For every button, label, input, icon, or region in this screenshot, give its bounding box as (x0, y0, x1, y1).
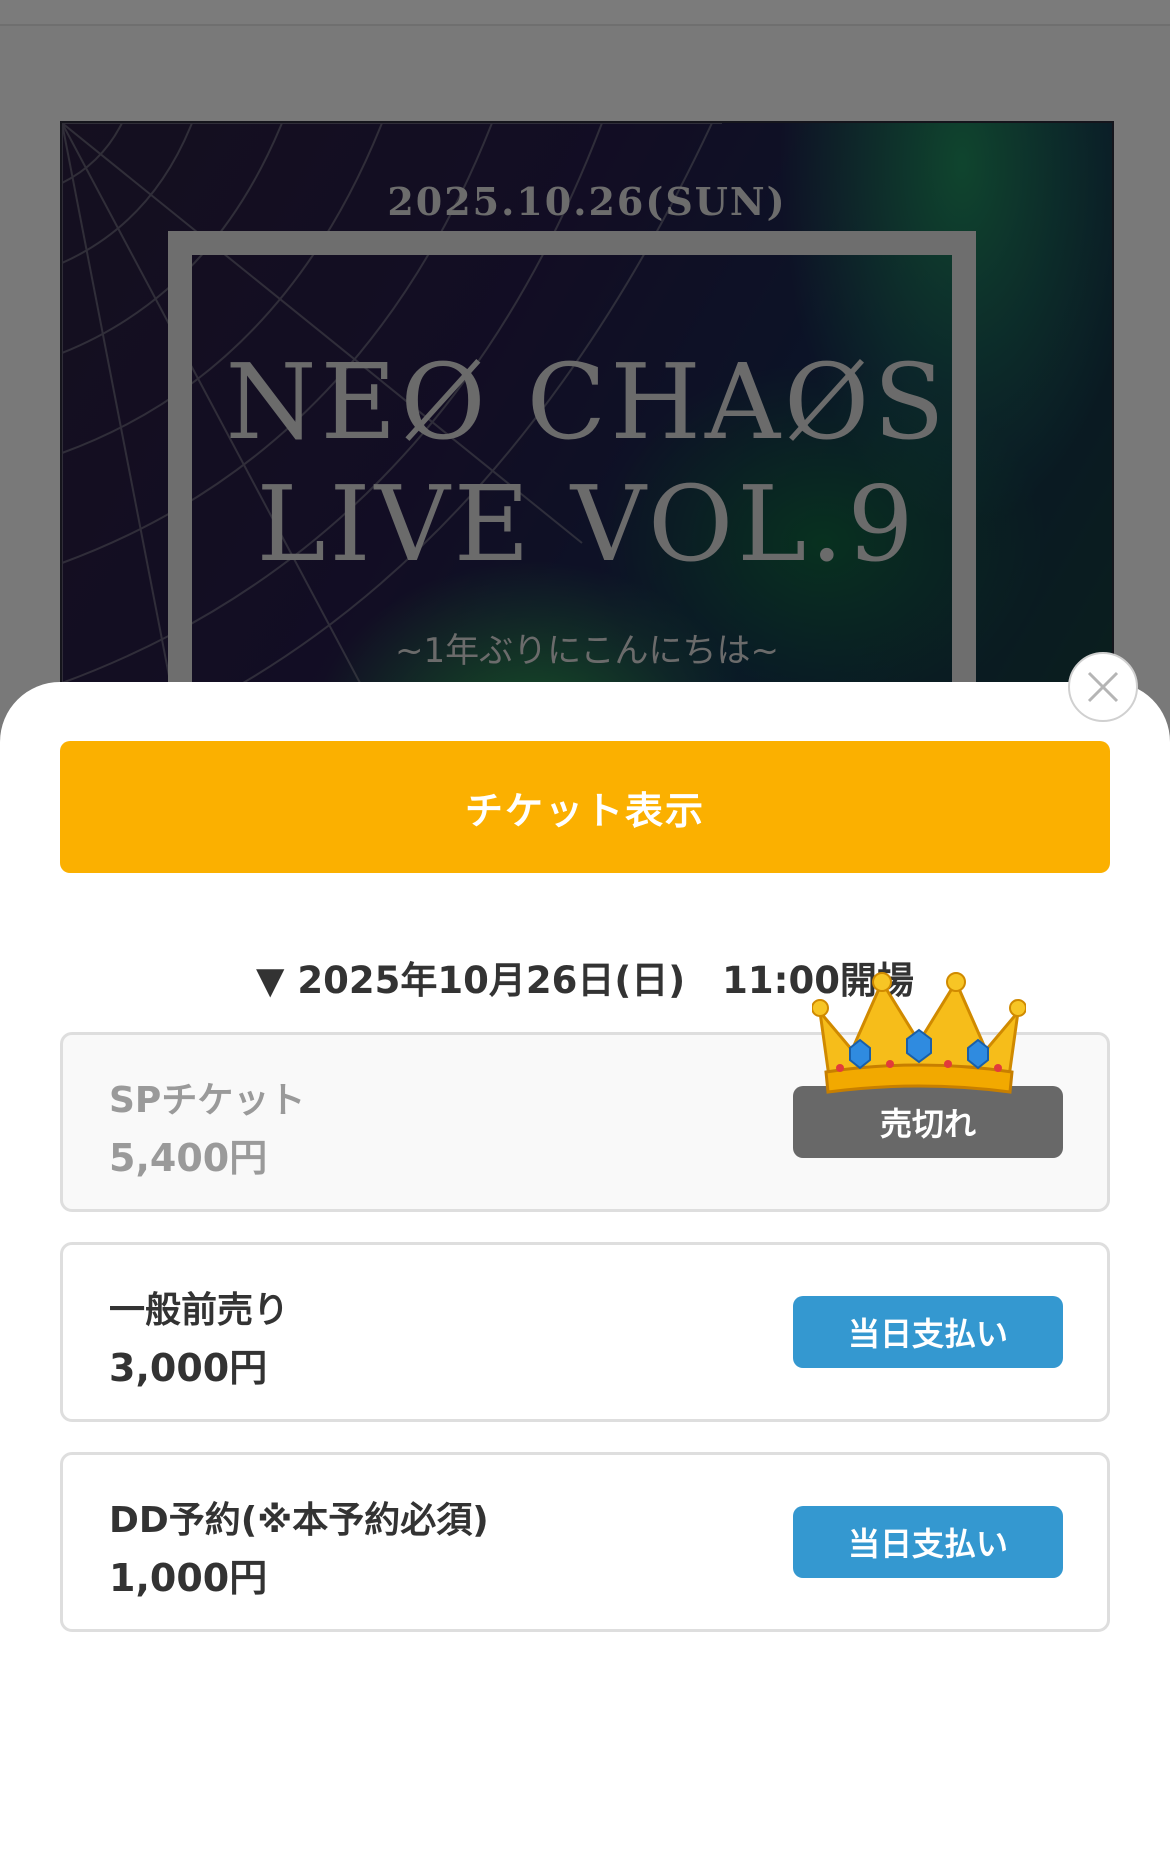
crown-icon (812, 972, 1026, 1094)
ticket-name: SPチケット (109, 1080, 306, 1121)
ticket-card-dd: DD予約(※本予約必須) 1,000円 当日支払い (60, 1452, 1110, 1632)
close-icon (1087, 671, 1119, 703)
close-button[interactable] (1068, 652, 1138, 722)
pay-on-day-button[interactable]: 当日支払い (793, 1506, 1063, 1578)
ticket-name: 一般前売り (109, 1290, 290, 1331)
pay-on-day-button[interactable]: 当日支払い (793, 1296, 1063, 1368)
ticket-card-general: 一般前売り 3,000円 当日支払い (60, 1242, 1110, 1422)
show-ticket-button[interactable]: チケット表示 (60, 741, 1110, 873)
ticket-price: 3,000円 (109, 1346, 268, 1390)
ticket-price: 5,400円 (109, 1136, 268, 1180)
ticket-price: 1,000円 (109, 1556, 268, 1600)
ticket-name: DD予約(※本予約必須) (109, 1500, 489, 1541)
